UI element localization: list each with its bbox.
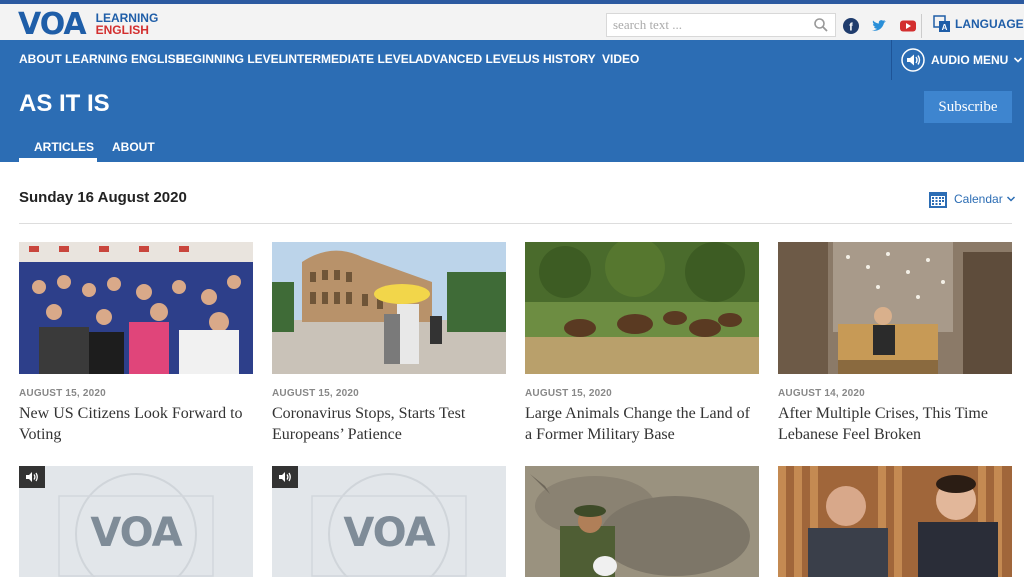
top-bar: VOA LEARNING ENGLISH search text ... f A… — [0, 0, 1024, 42]
nav-intermediate-level[interactable]: INTERMEDIATE LEVEL — [285, 52, 416, 66]
article-card[interactable]: VOA — [19, 466, 253, 577]
languages-button[interactable]: A LANGUAGES — [933, 15, 1024, 33]
article-card[interactable]: AUGUST 14, 2020 After Multiple Crises, T… — [778, 242, 1012, 445]
section-header: AS IT IS Subscribe ARTICLES ABOUT — [0, 80, 1024, 162]
page-title: AS IT IS — [19, 90, 110, 117]
article-date: AUGUST 15, 2020 — [525, 388, 612, 399]
article-card[interactable]: AUGUST 15, 2020 Large Animals Change the… — [525, 242, 759, 445]
subscribe-button[interactable]: Subscribe — [924, 91, 1012, 123]
article-title[interactable]: Large Animals Change the Land of a Forme… — [525, 403, 759, 445]
calendar-button[interactable]: Calendar — [928, 189, 1016, 209]
twitter-icon[interactable] — [871, 18, 887, 34]
article-card[interactable] — [778, 466, 1012, 577]
article-date: AUGUST 15, 2020 — [19, 388, 106, 399]
logo-mark: VOA — [18, 6, 87, 42]
article-title[interactable]: After Multiple Crises, This Time Lebanes… — [778, 403, 1012, 445]
audio-separator — [891, 40, 892, 80]
article-card[interactable]: VOA — [272, 466, 506, 577]
voa-logo[interactable]: VOA LEARNING ENGLISH — [18, 6, 159, 42]
tab-articles[interactable]: ARTICLES — [34, 140, 94, 154]
chevron-down-icon — [1014, 57, 1023, 63]
audio-badge — [272, 466, 298, 488]
article-image-rhino[interactable] — [525, 466, 759, 577]
audio-menu-label: AUDIO MENU — [931, 53, 1009, 67]
nav-beginning-level[interactable]: BEGINNING LEVEL — [176, 52, 286, 66]
facebook-icon[interactable]: f — [843, 18, 859, 34]
article-image-bison[interactable] — [525, 242, 759, 374]
audio-menu-button[interactable]: AUDIO MENU — [901, 48, 1023, 72]
svg-text:f: f — [849, 22, 853, 34]
nav-advanced-level[interactable]: ADVANCED LEVEL — [415, 52, 524, 66]
search-icon[interactable] — [813, 17, 829, 33]
svg-text:A: A — [942, 23, 948, 32]
article-card[interactable]: AUGUST 15, 2020 Coronavirus Stops, Start… — [272, 242, 506, 445]
article-date: AUGUST 15, 2020 — [272, 388, 359, 399]
nav-us-history[interactable]: US HISTORY — [523, 52, 596, 66]
active-tab-indicator — [19, 158, 97, 162]
speaker-icon — [901, 48, 925, 72]
speaker-icon — [279, 472, 291, 482]
article-title[interactable]: New US Citizens Look Forward to Voting — [19, 403, 253, 445]
article-image-citizens[interactable] — [19, 242, 253, 374]
tab-about[interactable]: ABOUT — [112, 140, 155, 154]
main-nav: ABOUT LEARNING ENGLISH BEGINNING LEVEL I… — [0, 40, 1024, 80]
youtube-icon[interactable] — [899, 18, 917, 34]
date-heading: Sunday 16 August 2020 — [19, 189, 187, 206]
speaker-icon — [26, 472, 38, 482]
article-image-placeholder[interactable]: VOA — [19, 466, 253, 577]
article-card[interactable]: AUGUST 15, 2020 New US Citizens Look For… — [19, 242, 253, 445]
logo-line2: ENGLISH — [95, 23, 149, 37]
languages-label: LANGUAGES — [955, 17, 1024, 31]
languages-separator — [921, 14, 922, 38]
article-image-colosseum[interactable] — [272, 242, 506, 374]
search-input[interactable]: search text ... — [606, 13, 836, 37]
article-image-lebanon[interactable] — [778, 242, 1012, 374]
languages-icon: A — [933, 15, 950, 32]
voa-placeholder-logo: VOA — [343, 510, 435, 556]
search-placeholder: search text ... — [613, 17, 682, 32]
article-card[interactable] — [525, 466, 759, 577]
article-image-interview[interactable] — [778, 466, 1012, 577]
nav-about-learning-english[interactable]: ABOUT LEARNING ENGLISH — [19, 52, 184, 66]
logo-text: LEARNING ENGLISH — [96, 12, 159, 36]
divider — [19, 223, 1012, 224]
article-date: AUGUST 14, 2020 — [778, 388, 865, 399]
chevron-down-icon — [1006, 196, 1015, 202]
article-image-placeholder[interactable]: VOA — [272, 466, 506, 577]
nav-video[interactable]: VIDEO — [602, 52, 639, 66]
audio-badge — [19, 466, 45, 488]
voa-placeholder-logo: VOA — [90, 510, 182, 556]
article-title[interactable]: Coronavirus Stops, Starts Test Europeans… — [272, 403, 506, 445]
calendar-label: Calendar — [954, 192, 1003, 206]
calendar-icon — [929, 192, 947, 208]
